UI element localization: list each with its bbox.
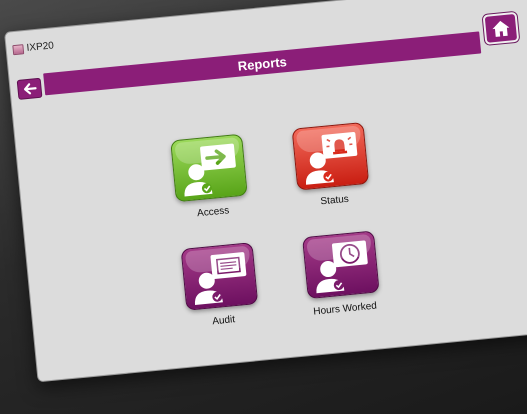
status-label: Status bbox=[320, 193, 350, 208]
back-arrow-icon bbox=[23, 83, 37, 95]
access-icon bbox=[170, 133, 248, 203]
audit-tile[interactable]: Audit bbox=[167, 241, 274, 331]
status-alarm-icon bbox=[291, 121, 370, 191]
status-tile[interactable]: Status bbox=[278, 121, 385, 211]
access-label: Access bbox=[196, 205, 230, 220]
app-window: ▭ ▢ ✕ IXP20 Reports bbox=[4, 0, 527, 383]
hours-worked-label: Hours Worked bbox=[312, 300, 378, 318]
title-bar: IXP20 bbox=[12, 40, 54, 55]
page-title: Reports bbox=[237, 53, 288, 74]
page-header: Reports bbox=[43, 31, 482, 96]
hours-worked-tile[interactable]: Hours Worked bbox=[288, 229, 395, 319]
desktop-background: ▭ ▢ ✕ IXP20 Reports bbox=[0, 0, 527, 414]
audit-label: Audit bbox=[211, 314, 236, 328]
home-icon bbox=[492, 20, 510, 37]
access-tile[interactable]: Access bbox=[156, 132, 263, 222]
hours-clock-icon bbox=[302, 230, 380, 300]
app-icon bbox=[12, 43, 25, 55]
audit-document-icon bbox=[180, 242, 259, 311]
back-button[interactable] bbox=[16, 77, 43, 100]
home-button[interactable] bbox=[482, 11, 520, 45]
window-title: IXP20 bbox=[26, 40, 55, 54]
